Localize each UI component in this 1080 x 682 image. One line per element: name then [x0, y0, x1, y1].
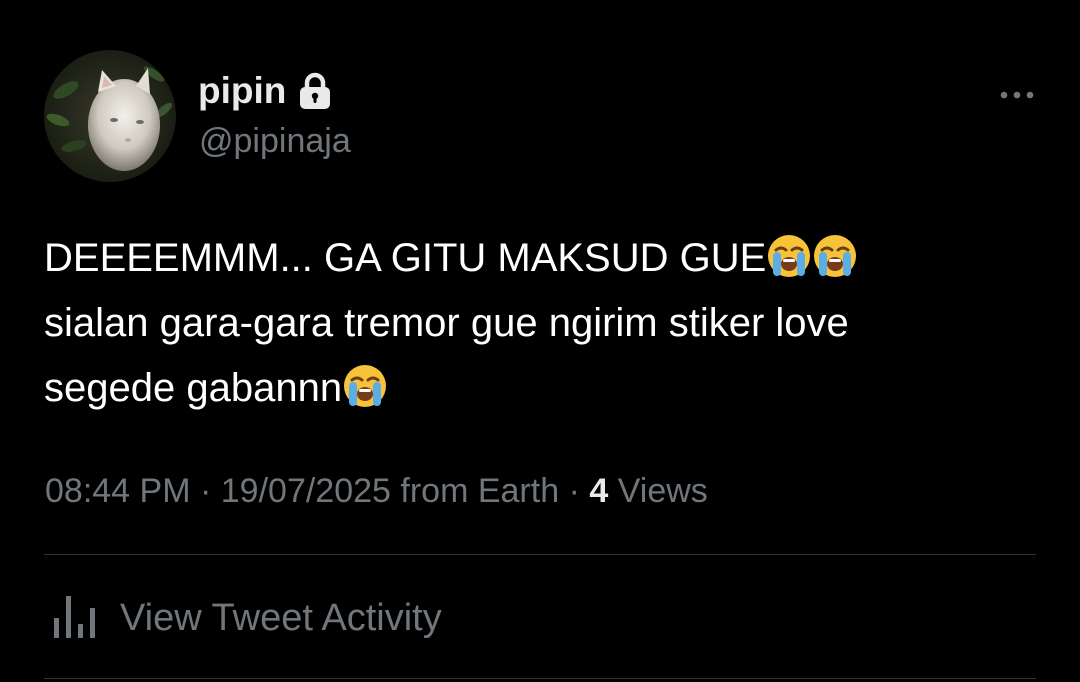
tweet-line-1: DEEEEMMM... GA GITU MAKSUD GUE	[44, 226, 1034, 291]
loudly-crying-face-emoji	[766, 233, 812, 279]
cat-avatar-image	[44, 50, 176, 182]
view-tweet-activity-button[interactable]: View Tweet Activity	[52, 592, 442, 645]
tweet-date[interactable]: 19/07/2025	[221, 472, 391, 510]
lock-icon	[298, 71, 332, 111]
more-options-icon[interactable]	[998, 86, 1038, 104]
view-tweet-activity-label[interactable]: View Tweet Activity	[120, 597, 442, 640]
avatar[interactable]	[44, 50, 176, 182]
divider	[44, 554, 1036, 555]
meta-separator: ·	[199, 472, 212, 510]
views-label: Views	[617, 472, 708, 510]
divider	[44, 678, 1036, 679]
loudly-crying-face-emoji	[342, 363, 388, 409]
tweet-source: from Earth	[400, 472, 560, 510]
display-name-row[interactable]: pipin	[198, 70, 332, 112]
display-name[interactable]: pipin	[198, 70, 286, 112]
user-handle[interactable]: @pipinaja	[199, 122, 351, 161]
bar-chart-icon	[52, 592, 98, 645]
tweet-time[interactable]: 08:44 PM	[45, 472, 191, 510]
views-count: 4	[589, 472, 609, 510]
tweet-line-3: segede gabannn	[44, 356, 1034, 421]
loudly-crying-face-emoji	[812, 233, 858, 279]
tweet-line-2: sialan gara-gara tremor gue ngirim stike…	[44, 301, 849, 345]
tweet-text: DEEEEMMM... GA GITU MAKSUD GUE sialan ga…	[44, 226, 1034, 421]
tweet-meta: 08:44 PM · 19/07/2025 from Earth · 4 Vie…	[45, 472, 708, 511]
meta-separator: ·	[568, 472, 580, 510]
